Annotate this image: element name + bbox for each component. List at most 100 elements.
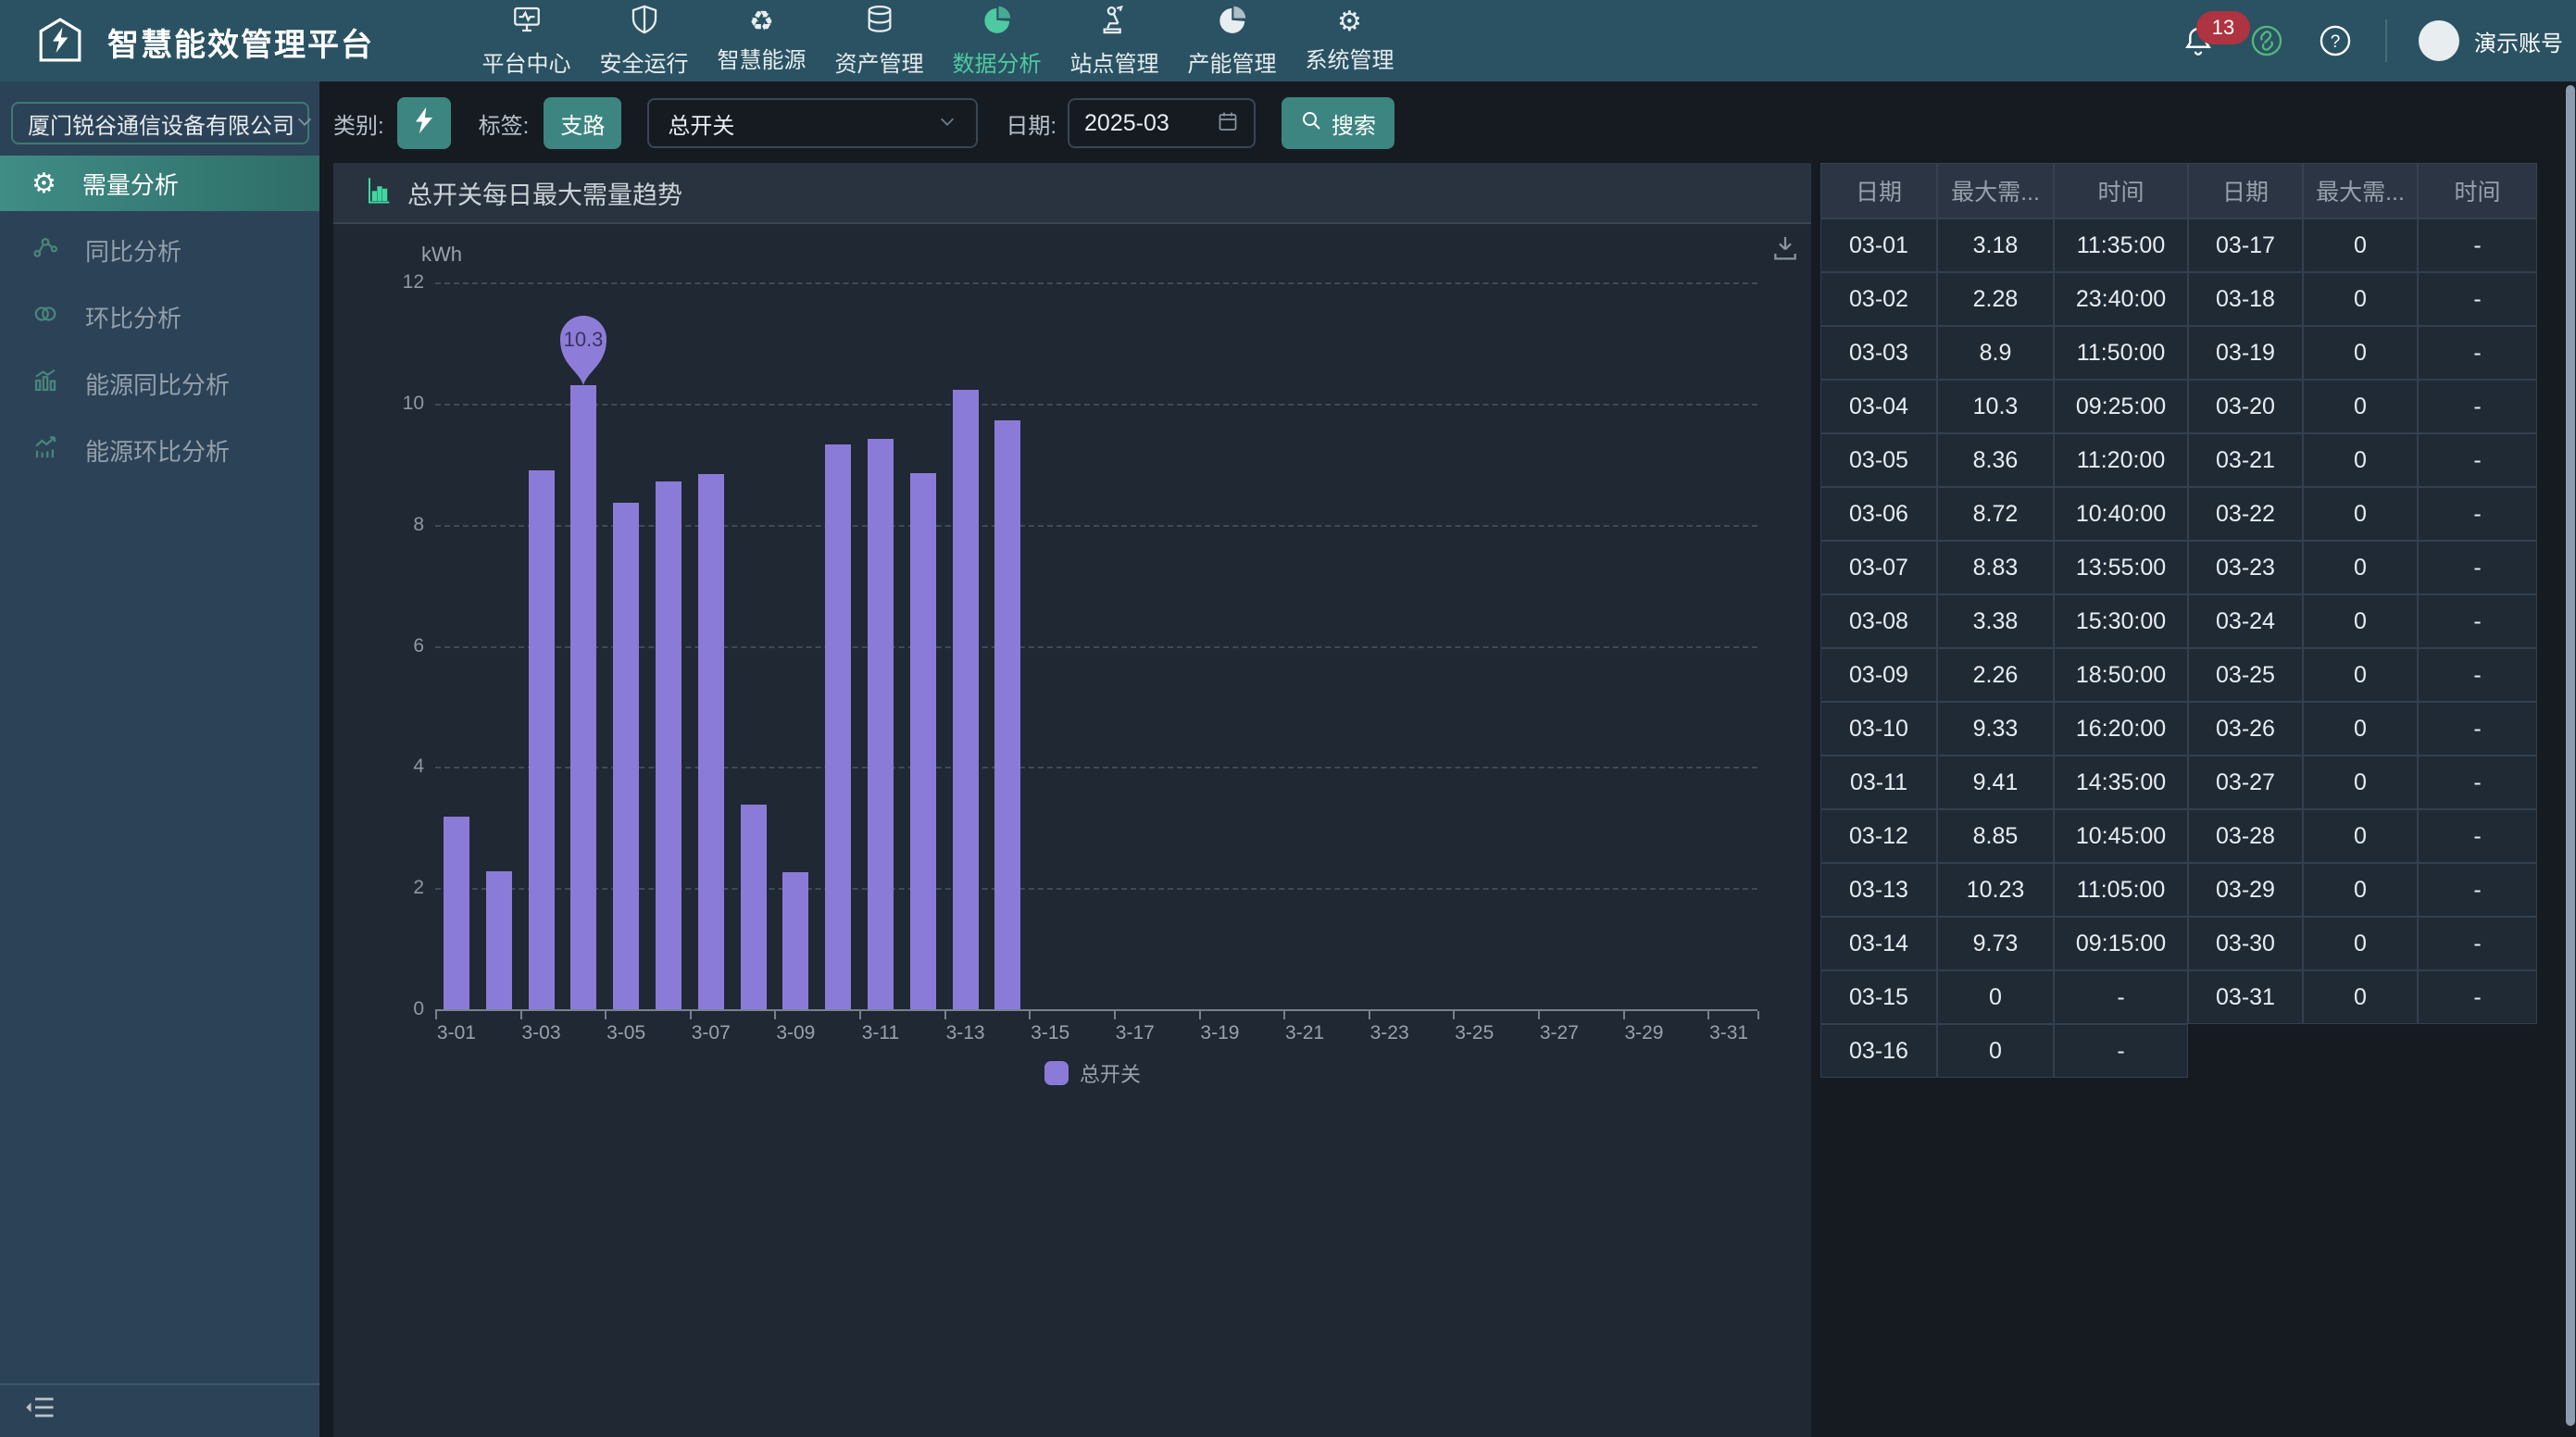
x-axis-tick bbox=[944, 1011, 946, 1019]
category-electric-button[interactable] bbox=[397, 97, 451, 149]
chart-panel: 总开关每日最大需量趋势 kWh 0246810123-013-033-053-0… bbox=[333, 163, 1811, 1437]
table-cell: 0 bbox=[2303, 380, 2418, 433]
sidebar-item-mom-analysis[interactable]: 环比分析 bbox=[0, 289, 319, 344]
x-axis-tick bbox=[859, 1011, 861, 1019]
table-cell: 09:15:00 bbox=[2054, 917, 2188, 970]
table-cell: 9.73 bbox=[1937, 917, 2054, 970]
x-axis-tick-label: 3-27 bbox=[1522, 1022, 1596, 1044]
table-cell: 0 bbox=[2303, 756, 2418, 809]
table-cell: 0 bbox=[2303, 272, 2418, 326]
x-axis-tick bbox=[1623, 1011, 1625, 1019]
nav-label: 产能管理 bbox=[1188, 45, 1277, 78]
database-icon bbox=[864, 4, 895, 40]
filterbar: 类别: 标签: 支路 总开关 日期: 2025-03 搜索 bbox=[333, 97, 1394, 149]
chevron-down-icon bbox=[294, 111, 315, 136]
x-axis-tick-label: 3-07 bbox=[674, 1022, 748, 1044]
link-status-icon[interactable] bbox=[2248, 22, 2285, 59]
search-icon bbox=[1300, 109, 1322, 138]
table-cell: 0 bbox=[2303, 648, 2418, 702]
table-cell: 03-04 bbox=[1820, 380, 1937, 433]
x-axis-tick bbox=[1757, 1011, 1759, 1019]
date-value: 2025-03 bbox=[1084, 110, 1169, 137]
tag-branch-button[interactable]: 支路 bbox=[544, 97, 621, 149]
download-icon[interactable] bbox=[1770, 233, 1800, 268]
table-cell: 03-20 bbox=[2188, 380, 2303, 433]
table-cell: 03-10 bbox=[1820, 702, 1937, 756]
legend-swatch bbox=[1044, 1061, 1069, 1085]
nav-item-platform-center[interactable]: 平台中心 bbox=[468, 0, 585, 81]
x-axis-tick-label: 3-09 bbox=[758, 1022, 832, 1044]
sidebar-item-energy-mom-analysis[interactable]: 能源环比分析 bbox=[0, 422, 319, 478]
recycle-icon: ♻ bbox=[749, 8, 774, 36]
sidebar-item-energy-yoy-analysis[interactable]: 能源同比分析 bbox=[0, 356, 319, 411]
table-cell: 0 bbox=[2303, 702, 2418, 756]
chart-bar bbox=[868, 439, 894, 1009]
table-cell: 10.3 bbox=[1937, 380, 2054, 433]
chart-bar bbox=[486, 871, 512, 1009]
search-button[interactable]: 搜索 bbox=[1282, 97, 1394, 149]
table-cell: 0 bbox=[1937, 1024, 2054, 1078]
sidebar-item-label: 需量分析 bbox=[82, 167, 179, 201]
chart-bar bbox=[994, 420, 1020, 1010]
chart-bar bbox=[782, 872, 808, 1009]
table-cell: 10:40:00 bbox=[2054, 487, 2188, 541]
x-axis-tick bbox=[1707, 1011, 1709, 1019]
table-cell: 03-27 bbox=[2188, 756, 2303, 809]
table-cell: 0 bbox=[2303, 433, 2418, 487]
gear-bolt-icon: ⚙ bbox=[31, 168, 56, 200]
table-cell: - bbox=[2418, 594, 2537, 648]
sidebar-item-label: 能源环比分析 bbox=[85, 433, 230, 468]
table-cell: 0 bbox=[2303, 917, 2418, 970]
nav-item-site-management[interactable]: 站点管理 bbox=[1056, 0, 1173, 81]
table-header-cell: 日期 bbox=[2188, 163, 2303, 219]
date-input[interactable]: 2025-03 bbox=[1068, 98, 1256, 148]
collapse-sidebar-icon[interactable] bbox=[24, 1393, 57, 1426]
x-axis-tick bbox=[1114, 1011, 1116, 1019]
table-cell: 03-31 bbox=[2188, 970, 2303, 1024]
chart-bar bbox=[825, 444, 851, 1009]
legend-item[interactable]: 总开关 bbox=[435, 1058, 1750, 1088]
table-cell: - bbox=[2054, 970, 2188, 1024]
table-cell: 23:40:00 bbox=[2054, 272, 2188, 326]
sidebar-item-demand-analysis[interactable]: ⚙ 需量分析 bbox=[0, 156, 319, 211]
table-cell: - bbox=[2418, 487, 2537, 541]
nav-item-data-analysis[interactable]: 数据分析 bbox=[938, 0, 1056, 81]
gridline bbox=[435, 282, 1757, 284]
table-cell: 03-07 bbox=[1820, 541, 1937, 594]
table-cell: 8.85 bbox=[1937, 809, 2054, 863]
table-cell: 03-11 bbox=[1820, 756, 1937, 809]
table-cell: 03-13 bbox=[1820, 863, 1937, 917]
table-cell: 10.23 bbox=[1937, 863, 2054, 917]
y-axis-tick-label: 12 bbox=[380, 271, 424, 294]
page-scrollbar[interactable] bbox=[2566, 85, 2575, 1426]
nav-item-asset-management[interactable]: 资产管理 bbox=[820, 0, 938, 81]
x-axis-tick-label: 3-13 bbox=[929, 1022, 1003, 1044]
bar-chart-icon bbox=[367, 177, 391, 209]
table-cell: 0 bbox=[2303, 863, 2418, 917]
nav-item-smart-energy[interactable]: ♻ 智慧能源 bbox=[703, 0, 820, 81]
table-cell: 03-25 bbox=[2188, 648, 2303, 702]
sidebar-item-yoy-analysis[interactable]: 同比分析 bbox=[0, 222, 319, 278]
x-axis-tick bbox=[1538, 1011, 1540, 1019]
table-cell: 0 bbox=[2303, 809, 2418, 863]
nav-item-capacity-management[interactable]: 产能管理 bbox=[1173, 0, 1291, 81]
notification-bell-icon[interactable]: 13 bbox=[2180, 22, 2217, 59]
x-axis-tick bbox=[605, 1011, 606, 1019]
nav-label: 资产管理 bbox=[835, 45, 924, 78]
table-cell: 8.72 bbox=[1937, 487, 2054, 541]
help-icon[interactable]: ? bbox=[2317, 22, 2354, 59]
chart-bar bbox=[741, 805, 767, 1009]
pie-chart-icon bbox=[982, 4, 1013, 40]
table-cell: 03-23 bbox=[2188, 541, 2303, 594]
table-cell: 03-16 bbox=[1820, 1024, 1937, 1078]
switch-select[interactable]: 总开关 bbox=[647, 98, 978, 148]
nav-item-system-management[interactable]: ⚙ 系统管理 bbox=[1291, 0, 1408, 81]
account-menu[interactable]: 演示账号 bbox=[2419, 20, 2563, 61]
table-cell: 0 bbox=[2303, 326, 2418, 380]
nav-item-safe-operation[interactable]: 安全运行 bbox=[585, 0, 703, 81]
company-select[interactable]: 厦门锐谷通信设备有限公司 bbox=[11, 102, 309, 144]
table-cell: 0 bbox=[2303, 541, 2418, 594]
table-header-cell: 日期 bbox=[1820, 163, 1937, 219]
gridline bbox=[435, 404, 1757, 406]
x-axis-tick-label: 3-29 bbox=[1607, 1022, 1681, 1044]
